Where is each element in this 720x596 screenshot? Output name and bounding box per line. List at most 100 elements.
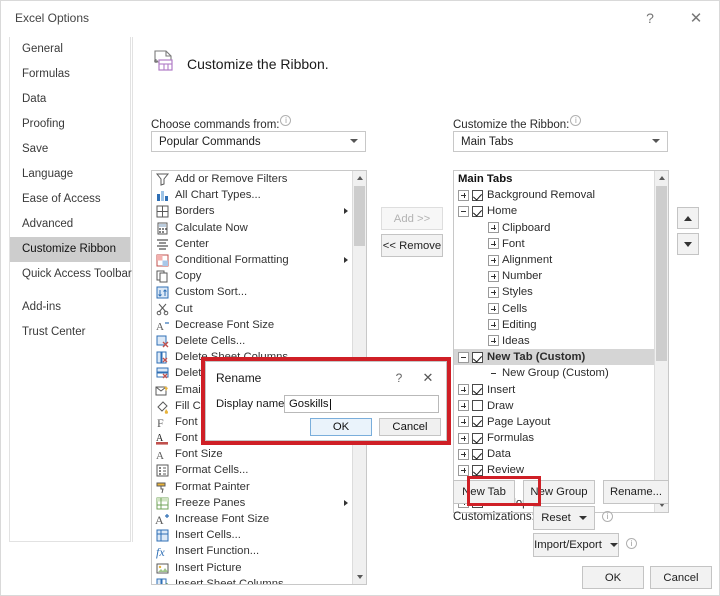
tree-item-checkbox[interactable] bbox=[472, 351, 483, 363]
tree-item-page-layout[interactable]: Page Layout bbox=[454, 414, 654, 430]
tree-item-checkbox[interactable] bbox=[472, 205, 483, 217]
tree-item-new-group-custom-[interactable]: New Group (Custom) bbox=[454, 365, 654, 381]
info-icon-left[interactable]: i bbox=[280, 115, 292, 126]
expand-icon[interactable] bbox=[488, 254, 499, 266]
expand-icon[interactable] bbox=[488, 222, 499, 234]
tree-item-checkbox[interactable] bbox=[472, 448, 483, 460]
expand-icon[interactable] bbox=[488, 270, 499, 282]
tree-item-checkbox[interactable] bbox=[472, 384, 483, 396]
command-list-item[interactable]: Delete Cells... bbox=[152, 333, 352, 349]
sidebar-item-save[interactable]: Save bbox=[10, 137, 130, 162]
expand-icon[interactable] bbox=[458, 384, 469, 396]
scrollbar-thumb[interactable] bbox=[656, 186, 667, 361]
expand-icon[interactable] bbox=[488, 303, 499, 315]
tree-scrollbar[interactable] bbox=[654, 171, 668, 512]
ok-button[interactable]: OK bbox=[582, 566, 644, 589]
command-list-item[interactable]: Insert Picture bbox=[152, 560, 352, 576]
tree-item-clipboard[interactable]: Clipboard bbox=[454, 220, 654, 236]
command-list-item[interactable]: Borders bbox=[152, 203, 352, 219]
scroll-down-icon[interactable] bbox=[353, 570, 366, 584]
expand-icon[interactable] bbox=[488, 319, 499, 331]
tree-item-background-removal[interactable]: Background Removal bbox=[454, 187, 654, 203]
sidebar-item-customize-ribbon[interactable]: Customize Ribbon bbox=[10, 237, 130, 262]
new-tab-button[interactable]: New Tab bbox=[453, 480, 515, 504]
close-icon[interactable]: ✕ bbox=[416, 368, 440, 388]
command-list-item[interactable]: Cut bbox=[152, 301, 352, 317]
sidebar-item-formulas[interactable]: Formulas bbox=[10, 62, 130, 87]
tree-item-checkbox[interactable] bbox=[472, 432, 483, 444]
sidebar-item-proofing[interactable]: Proofing bbox=[10, 112, 130, 137]
customize-ribbon-dropdown[interactable]: Main Tabs bbox=[453, 131, 668, 152]
command-list-item[interactable]: Calculate Now bbox=[152, 220, 352, 236]
scrollbar-thumb[interactable] bbox=[354, 186, 365, 246]
sidebar-item-advanced[interactable]: Advanced bbox=[10, 212, 130, 237]
command-list-item[interactable]: A Increase Font Size bbox=[152, 511, 352, 527]
tree-item-number[interactable]: Number bbox=[454, 268, 654, 284]
info-icon-reset[interactable]: i bbox=[602, 511, 613, 522]
tree-item-draw[interactable]: Draw bbox=[454, 398, 654, 414]
command-list-item[interactable]: Conditional Formatting bbox=[152, 252, 352, 268]
rename-cancel-button[interactable]: Cancel bbox=[379, 418, 441, 436]
info-icon-import-export[interactable]: i bbox=[626, 538, 637, 549]
sidebar-item-general[interactable]: General bbox=[10, 37, 130, 62]
move-down-button[interactable] bbox=[677, 233, 699, 255]
command-list-item[interactable]: Format Cells... bbox=[152, 462, 352, 478]
expand-icon[interactable] bbox=[488, 238, 499, 250]
move-up-button[interactable] bbox=[677, 207, 699, 229]
command-list-item[interactable]: A Decrease Font Size bbox=[152, 317, 352, 333]
close-icon[interactable]: ✕ bbox=[675, 3, 717, 33]
tree-item-data[interactable]: Data bbox=[454, 446, 654, 462]
command-list-item[interactable]: Insert Cells... bbox=[152, 527, 352, 543]
import-export-button[interactable]: Import/Export bbox=[533, 533, 619, 557]
help-icon[interactable]: ? bbox=[629, 3, 671, 33]
expand-icon[interactable] bbox=[458, 189, 469, 201]
command-list-item[interactable]: Center bbox=[152, 236, 352, 252]
tree-item-home[interactable]: Home bbox=[454, 203, 654, 219]
sidebar-item-ease-of-access[interactable]: Ease of Access bbox=[10, 187, 130, 212]
command-list-item[interactable]: Add or Remove Filters bbox=[152, 171, 352, 187]
choose-commands-dropdown[interactable]: Popular Commands bbox=[151, 131, 366, 152]
expand-icon[interactable] bbox=[458, 416, 469, 428]
command-list-item[interactable]: Freeze Panes bbox=[152, 495, 352, 511]
tree-item-checkbox[interactable] bbox=[472, 416, 483, 428]
sidebar-item-language[interactable]: Language bbox=[10, 162, 130, 187]
expand-icon[interactable] bbox=[458, 432, 469, 444]
expand-icon[interactable] bbox=[488, 286, 499, 298]
add-button[interactable]: Add >> bbox=[381, 207, 443, 230]
command-list-item[interactable]: fx Insert Function... bbox=[152, 543, 352, 559]
rename-ok-button[interactable]: OK bbox=[310, 418, 372, 436]
expand-icon[interactable] bbox=[458, 400, 469, 412]
tree-item-editing[interactable]: Editing bbox=[454, 317, 654, 333]
main-tabs-tree[interactable]: Main Tabs Background Removal Home Clipboard… bbox=[453, 170, 669, 513]
display-name-input[interactable]: Goskills bbox=[284, 395, 439, 413]
tree-item-ideas[interactable]: Ideas bbox=[454, 333, 654, 349]
tree-item-styles[interactable]: Styles bbox=[454, 284, 654, 300]
command-list-item[interactable]: Insert Sheet Columns bbox=[152, 576, 352, 584]
tree-item-checkbox[interactable] bbox=[472, 189, 483, 201]
expand-icon[interactable] bbox=[458, 448, 469, 460]
tree-item-checkbox[interactable] bbox=[472, 464, 483, 476]
expand-icon[interactable] bbox=[458, 464, 469, 476]
tree-item-checkbox[interactable] bbox=[472, 400, 483, 412]
scroll-up-icon[interactable] bbox=[655, 171, 668, 185]
rename-button[interactable]: Rename... bbox=[603, 480, 669, 504]
sidebar-item-trust-center[interactable]: Trust Center bbox=[10, 320, 130, 345]
info-icon-right[interactable]: i bbox=[570, 115, 582, 126]
tree-item-review[interactable]: Review bbox=[454, 462, 654, 478]
sidebar-item-data[interactable]: Data bbox=[10, 87, 130, 112]
sidebar-item-quick-access-toolbar[interactable]: Quick Access Toolbar bbox=[10, 262, 132, 287]
scroll-up-icon[interactable] bbox=[353, 171, 366, 185]
remove-button[interactable]: << Remove bbox=[381, 234, 443, 257]
collapse-icon[interactable] bbox=[458, 205, 469, 217]
tree-item-new-tab-custom-[interactable]: New Tab (Custom) bbox=[454, 349, 654, 366]
new-group-button[interactable]: New Group bbox=[523, 480, 595, 504]
tree-item-formulas[interactable]: Formulas bbox=[454, 430, 654, 446]
expand-icon[interactable] bbox=[488, 335, 499, 347]
sidebar-item-add-ins[interactable]: Add-ins bbox=[10, 295, 130, 320]
command-list-item[interactable]: Format Painter bbox=[152, 479, 352, 495]
tree-item-alignment[interactable]: Alignment bbox=[454, 252, 654, 268]
tree-item-cells[interactable]: Cells bbox=[454, 301, 654, 317]
command-list-item[interactable]: Custom Sort... bbox=[152, 284, 352, 300]
collapse-icon[interactable] bbox=[458, 351, 469, 363]
tree-item-insert[interactable]: Insert bbox=[454, 381, 654, 397]
